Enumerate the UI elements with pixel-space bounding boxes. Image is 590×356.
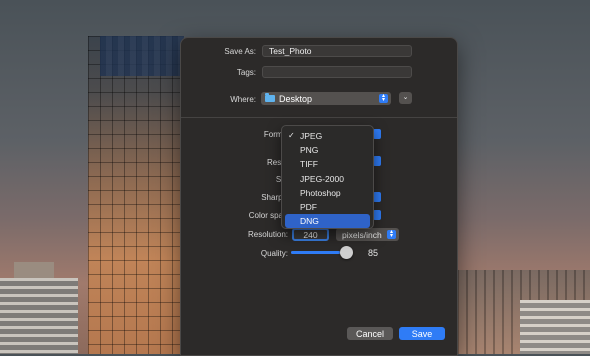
quality-value: 85 xyxy=(368,248,379,258)
format-menu-item[interactable]: PNG xyxy=(285,143,370,157)
where-select[interactable]: Desktop ▴ ▾ xyxy=(261,92,391,105)
cancel-button[interactable]: Cancel xyxy=(347,327,393,340)
resize-select-stepper[interactable] xyxy=(373,156,381,166)
sharpen-select-stepper[interactable] xyxy=(373,192,381,202)
quality-label: Quality: xyxy=(260,249,288,258)
background-building-right-front xyxy=(520,300,590,354)
color-space-select-stepper[interactable] xyxy=(373,210,381,220)
tags-input[interactable] xyxy=(262,66,412,78)
chevron-updown-icon: ▴ ▾ xyxy=(387,229,396,239)
resolution-label: Resolution: xyxy=(247,230,288,239)
format-label: Forma xyxy=(263,130,287,139)
resolution-unit-value: pixels/inch xyxy=(342,229,382,240)
where-value: Desktop xyxy=(279,93,313,104)
format-menu-item[interactable]: Photoshop xyxy=(285,186,370,200)
quality-slider-fill xyxy=(291,251,341,254)
format-menu-item-label: DNG xyxy=(300,216,319,227)
save-button[interactable]: Save xyxy=(399,327,445,340)
quality-slider-knob[interactable] xyxy=(340,246,353,259)
format-menu-item-label: Photoshop xyxy=(300,187,341,198)
format-menu-item[interactable]: TIFF xyxy=(285,157,370,171)
format-menu-item[interactable]: ✓ JPEG xyxy=(285,129,370,143)
resize-label: Resiz xyxy=(266,158,287,167)
save-as-label: Save As: xyxy=(224,46,256,56)
chevron-updown-icon: ▴ ▾ xyxy=(379,93,388,103)
format-menu-item[interactable]: DNG xyxy=(285,214,370,229)
format-popup-menu: ✓ JPEG PNG TIFF JPEG-2000 Photoshop PDF DNG xyxy=(281,125,374,229)
format-menu-item-label: PDF xyxy=(300,201,317,212)
save-as-input[interactable]: Test_Photo xyxy=(262,45,412,57)
folder-icon xyxy=(265,93,275,102)
resolution-input[interactable]: 240 xyxy=(292,228,329,241)
chevron-down-icon: ⌄ xyxy=(402,94,409,101)
checkmark-icon: ✓ xyxy=(288,131,295,140)
format-menu-item[interactable]: JPEG-2000 xyxy=(285,172,370,186)
section-divider xyxy=(181,117,457,118)
sharpen-label: Sharpe xyxy=(261,193,287,202)
color-space-label: Color spac xyxy=(248,211,287,220)
save-as-row: Save As: Test_Photo xyxy=(181,45,457,57)
expand-button[interactable]: ⌄ xyxy=(399,92,412,104)
where-label: Where: xyxy=(230,95,256,104)
format-select-stepper[interactable] xyxy=(373,129,381,139)
tags-label: Tags: xyxy=(236,67,256,77)
format-menu-item-label: PNG xyxy=(300,145,319,156)
format-menu-item-label: JPEG xyxy=(300,131,323,141)
resolution-unit-select[interactable]: pixels/inch ▴ ▾ xyxy=(336,228,399,241)
size-label: Siz xyxy=(237,175,287,184)
format-menu-item-label: JPEG-2000 xyxy=(300,173,344,184)
format-menu-item-label: TIFF xyxy=(300,159,318,170)
tags-row: Tags: xyxy=(181,66,457,78)
format-menu-item[interactable]: PDF xyxy=(285,200,370,214)
background-building-tower xyxy=(88,36,184,354)
background-building-top xyxy=(100,36,184,76)
background-building-left xyxy=(0,278,78,354)
